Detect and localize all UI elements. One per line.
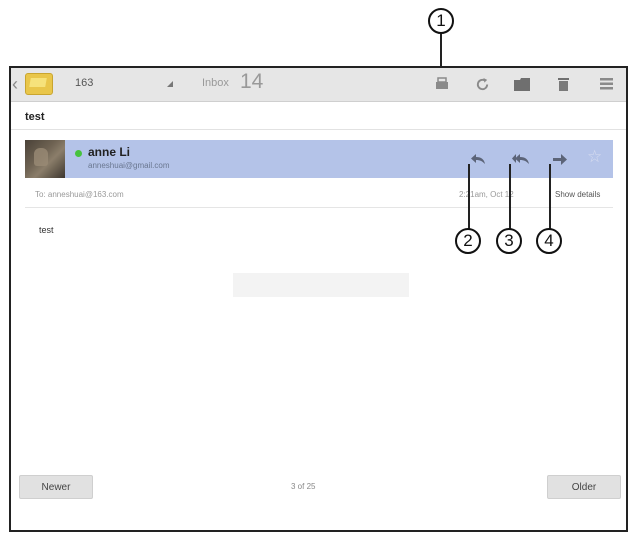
unread-count: 14 <box>240 70 264 93</box>
callout-2-leader <box>468 164 470 230</box>
divider <box>25 207 613 208</box>
callout-3-leader <box>509 164 511 230</box>
reply-icon[interactable] <box>468 149 488 169</box>
menu-icon[interactable] <box>596 74 616 94</box>
forward-icon[interactable] <box>550 149 570 169</box>
email-app-icon[interactable] <box>25 73 53 95</box>
callout-1: 1 <box>428 8 454 34</box>
action-bar: ‹ 163 Inbox 14 <box>11 68 626 102</box>
account-selector[interactable]: 163 <box>75 77 93 89</box>
presence-online-icon <box>75 150 82 157</box>
newer-button[interactable]: Newer <box>19 475 93 499</box>
divider <box>11 129 626 130</box>
reply-all-icon[interactable] <box>510 149 530 169</box>
message-body: test <box>39 225 54 235</box>
email-screen: ‹ 163 Inbox 14 test anne Li anneshuai@gm… <box>9 66 628 532</box>
sender-name: anne Li <box>88 145 131 159</box>
folder-name: Inbox <box>202 77 229 89</box>
callout-4-leader <box>549 164 551 230</box>
show-details-link[interactable]: Show details <box>555 190 600 199</box>
callout-4: 4 <box>536 228 562 254</box>
sender-email: anneshuai@gmail.com <box>88 161 170 170</box>
sender-header[interactable]: anne Li anneshuai@gmail.com ☆ <box>25 140 613 178</box>
folder-icon[interactable] <box>512 74 532 94</box>
dropdown-arrow-icon[interactable] <box>167 81 173 87</box>
message-subject: test <box>25 111 45 123</box>
recipient-line: To: anneshuai@163.com <box>35 190 124 199</box>
compose-icon[interactable] <box>432 74 452 94</box>
delete-icon[interactable] <box>553 74 573 94</box>
loading-placeholder <box>233 273 409 297</box>
pager-count: 3 of 25 <box>291 482 316 491</box>
callout-2: 2 <box>455 228 481 254</box>
avatar[interactable] <box>25 140 65 178</box>
refresh-icon[interactable] <box>472 74 492 94</box>
chevron-left-icon[interactable]: ‹ <box>12 74 18 95</box>
callout-3: 3 <box>496 228 522 254</box>
star-icon[interactable]: ☆ <box>587 147 602 167</box>
older-button[interactable]: Older <box>547 475 621 499</box>
